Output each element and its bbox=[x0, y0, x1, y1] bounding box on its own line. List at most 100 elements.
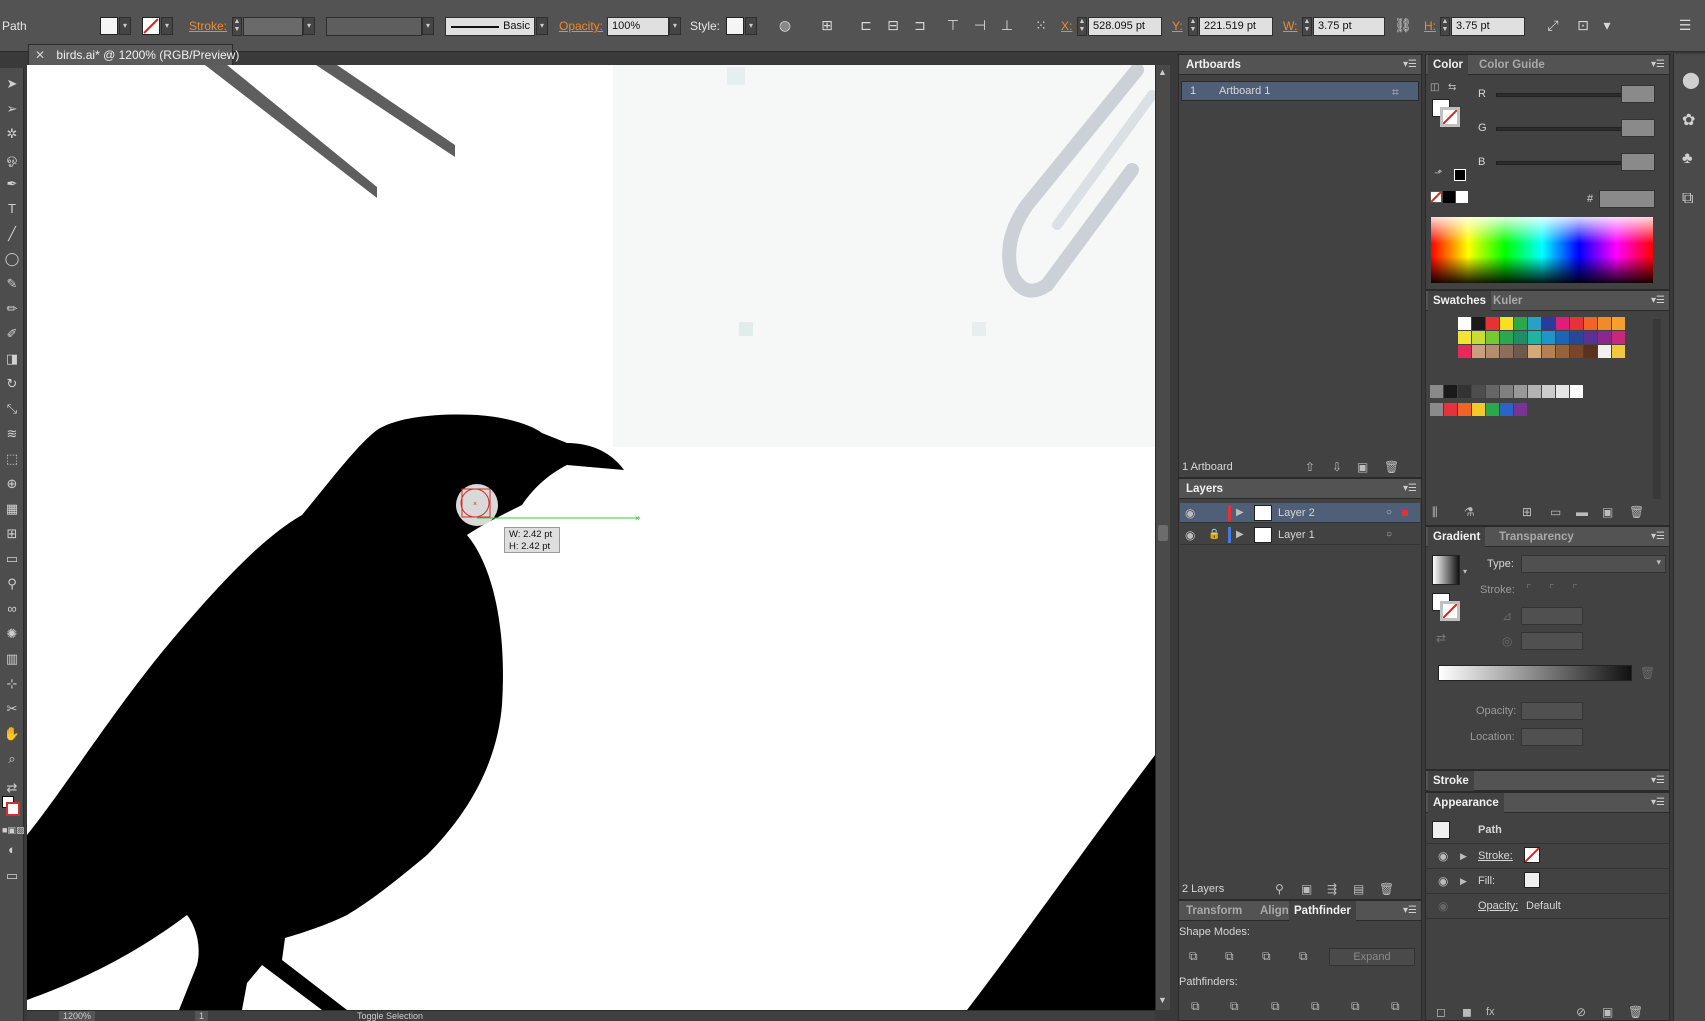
new-sublayer-icon[interactable]: ⇶ bbox=[1327, 882, 1337, 896]
swatch[interactable] bbox=[1458, 345, 1471, 358]
gradient-tool-icon[interactable]: ▭ bbox=[2, 549, 22, 569]
opacity-visibility-eye-icon[interactable]: ◉ bbox=[1438, 899, 1448, 913]
graphic-style-swatch[interactable] bbox=[726, 17, 744, 35]
symbol-sprayer-tool-icon[interactable]: ✺ bbox=[2, 624, 22, 644]
swatch[interactable] bbox=[1472, 331, 1485, 344]
swatch[interactable] bbox=[1598, 317, 1611, 330]
swatch[interactable] bbox=[1458, 317, 1471, 330]
swatch[interactable] bbox=[1514, 403, 1527, 416]
swatch[interactable] bbox=[1444, 403, 1457, 416]
appearance-stroke-swatch[interactable] bbox=[1524, 847, 1540, 863]
swatch[interactable] bbox=[1598, 345, 1611, 358]
brushes-icon[interactable]: ✿ bbox=[1682, 110, 1695, 130]
fill-swatch[interactable] bbox=[100, 17, 118, 35]
swatch[interactable] bbox=[1584, 317, 1597, 330]
hand-tool-icon[interactable]: ✋ bbox=[2, 724, 22, 744]
eyedropper-tool-icon[interactable]: ⚲ bbox=[2, 574, 22, 594]
swatch[interactable] bbox=[1570, 345, 1583, 358]
stroke-color-chip[interactable] bbox=[1440, 107, 1460, 127]
swatch[interactable] bbox=[1612, 317, 1625, 330]
stroke-swatch-dropdown-icon[interactable]: ▾ bbox=[161, 17, 173, 35]
delete-artboard-icon[interactable]: 🗑 bbox=[1384, 460, 1399, 474]
expand-triangle-icon[interactable]: ▶ bbox=[1236, 528, 1244, 542]
swatch[interactable] bbox=[1500, 345, 1513, 358]
graph-tool-icon[interactable]: ▥ bbox=[2, 649, 22, 669]
clear-appearance-icon[interactable]: ⊘ bbox=[1576, 1005, 1586, 1019]
appearance-opacity-link[interactable]: Opacity: bbox=[1478, 900, 1518, 912]
y-spinner[interactable]: ▲ ▼ bbox=[1188, 17, 1198, 36]
hex-input[interactable] bbox=[1599, 190, 1655, 208]
opacity-label-link[interactable]: Opacity: bbox=[559, 19, 603, 33]
gradient-stroke-chip[interactable] bbox=[1440, 601, 1460, 621]
artboard-canvas[interactable]: × × bbox=[27, 65, 1155, 1010]
divide-icon[interactable]: ⧉ bbox=[1191, 999, 1200, 1013]
r-channel-input[interactable] bbox=[1621, 85, 1655, 103]
layers-panel-menu-icon[interactable]: ▾☰ bbox=[1403, 479, 1417, 499]
swatch[interactable] bbox=[1472, 403, 1485, 416]
x-label-link[interactable]: X: bbox=[1061, 19, 1072, 33]
swatch[interactable] bbox=[1486, 385, 1499, 398]
visibility-eye-icon[interactable]: ◉ bbox=[1185, 506, 1195, 520]
layer-name[interactable]: Layer 1 bbox=[1278, 529, 1315, 541]
x-input[interactable]: 528.095 pt bbox=[1088, 17, 1162, 36]
color-group-folder-icon[interactable] bbox=[1430, 385, 1443, 398]
swatch[interactable] bbox=[1542, 331, 1555, 344]
artboards-tab[interactable]: Artboards bbox=[1181, 55, 1246, 75]
appearance-stroke-link[interactable]: Stroke: bbox=[1478, 850, 1513, 862]
fill-visibility-eye-icon[interactable]: ◉ bbox=[1438, 874, 1448, 888]
scroll-down-icon[interactable]: ▼ bbox=[1158, 995, 1167, 1005]
new-folder-icon[interactable]: ▬ bbox=[1576, 505, 1588, 519]
ellipse-tool-icon[interactable]: ◯ bbox=[2, 249, 22, 269]
swatch[interactable] bbox=[1542, 345, 1555, 358]
color-mode-buttons-icon[interactable]: ■▣▨ bbox=[2, 820, 24, 840]
artboard-navigation[interactable]: 1 bbox=[195, 1011, 209, 1021]
target-circle-icon[interactable]: ○ bbox=[1386, 506, 1392, 520]
second-bird-silhouette[interactable] bbox=[967, 755, 1155, 1010]
fill-dropdown-icon[interactable]: ▾ bbox=[119, 17, 131, 35]
swatch[interactable] bbox=[1444, 385, 1457, 398]
color-tab[interactable]: Color bbox=[1428, 55, 1469, 75]
swatch[interactable] bbox=[1570, 317, 1583, 330]
color-themes-icon[interactable]: ⬤ bbox=[1682, 70, 1700, 90]
swatch[interactable] bbox=[1556, 385, 1569, 398]
h-spinner[interactable]: ▲ ▼ bbox=[1440, 17, 1450, 36]
stroke-weight-dropdown-icon[interactable]: ▾ bbox=[303, 17, 315, 35]
last-color-chip[interactable] bbox=[1454, 169, 1466, 181]
lasso-tool-icon[interactable]: ஓ bbox=[2, 149, 22, 169]
color-guide-tab[interactable]: Color Guide bbox=[1474, 55, 1550, 75]
show-swatch-kinds-icon[interactable]: ⚗ bbox=[1464, 505, 1475, 519]
canvas-vertical-scrollbar[interactable]: ▲ ▼ bbox=[1155, 65, 1170, 1010]
shape-builder-tool-icon[interactable]: ⊕ bbox=[2, 474, 22, 494]
expand-button[interactable]: Expand bbox=[1329, 948, 1415, 966]
color-panel-menu-icon[interactable]: ▾☰ bbox=[1651, 55, 1665, 75]
swatch[interactable] bbox=[1514, 317, 1527, 330]
selection-tool-icon[interactable]: ➤ bbox=[2, 74, 22, 94]
h-label-link[interactable]: H: bbox=[1424, 19, 1436, 33]
add-effect-icon[interactable]: fx bbox=[1486, 1005, 1495, 1019]
control-menu-arrow-icon[interactable]: ▾ bbox=[1597, 15, 1617, 35]
swap-colors-icon[interactable]: ⇆ bbox=[1448, 81, 1456, 95]
gradient-panel-menu-icon[interactable]: ▾☰ bbox=[1651, 527, 1665, 547]
y-label-link[interactable]: Y: bbox=[1172, 19, 1183, 33]
h-input[interactable]: 3.75 pt bbox=[1451, 17, 1525, 36]
mesh-tool-icon[interactable]: ⊞ bbox=[2, 524, 22, 544]
isolate-icon[interactable]: ⊡ bbox=[1573, 15, 1593, 35]
width-tool-icon[interactable]: ≋ bbox=[2, 424, 22, 444]
out-of-gamut-icon[interactable]: ⬏ bbox=[1434, 167, 1442, 181]
swatch-libraries-menu-icon[interactable]: ⫼ bbox=[1432, 505, 1438, 519]
swatch-grid[interactable] bbox=[1430, 317, 1650, 437]
expand-triangle-icon[interactable]: ▶ bbox=[1236, 506, 1244, 520]
recolor-artwork-icon[interactable]: ◍ bbox=[775, 15, 795, 35]
delete-item-icon[interactable]: 🗑 bbox=[1628, 1005, 1643, 1019]
delete-swatch-icon[interactable]: 🗑 bbox=[1629, 505, 1644, 519]
vertical-scroll-thumb[interactable] bbox=[1158, 525, 1168, 541]
eraser-tool-icon[interactable]: ◨ bbox=[2, 349, 22, 369]
y-input[interactable]: 221.519 pt bbox=[1199, 17, 1273, 36]
stroke-weight-input[interactable] bbox=[243, 17, 303, 36]
new-artboard-icon[interactable]: ▣ bbox=[1357, 460, 1368, 474]
align-left-icon[interactable]: ⊏ bbox=[856, 15, 876, 35]
screen-mode-icon[interactable]: ▭ bbox=[2, 866, 22, 886]
swatch[interactable] bbox=[1612, 345, 1625, 358]
w-spinner[interactable]: ▲ ▼ bbox=[1302, 17, 1312, 36]
swatch[interactable] bbox=[1514, 385, 1527, 398]
